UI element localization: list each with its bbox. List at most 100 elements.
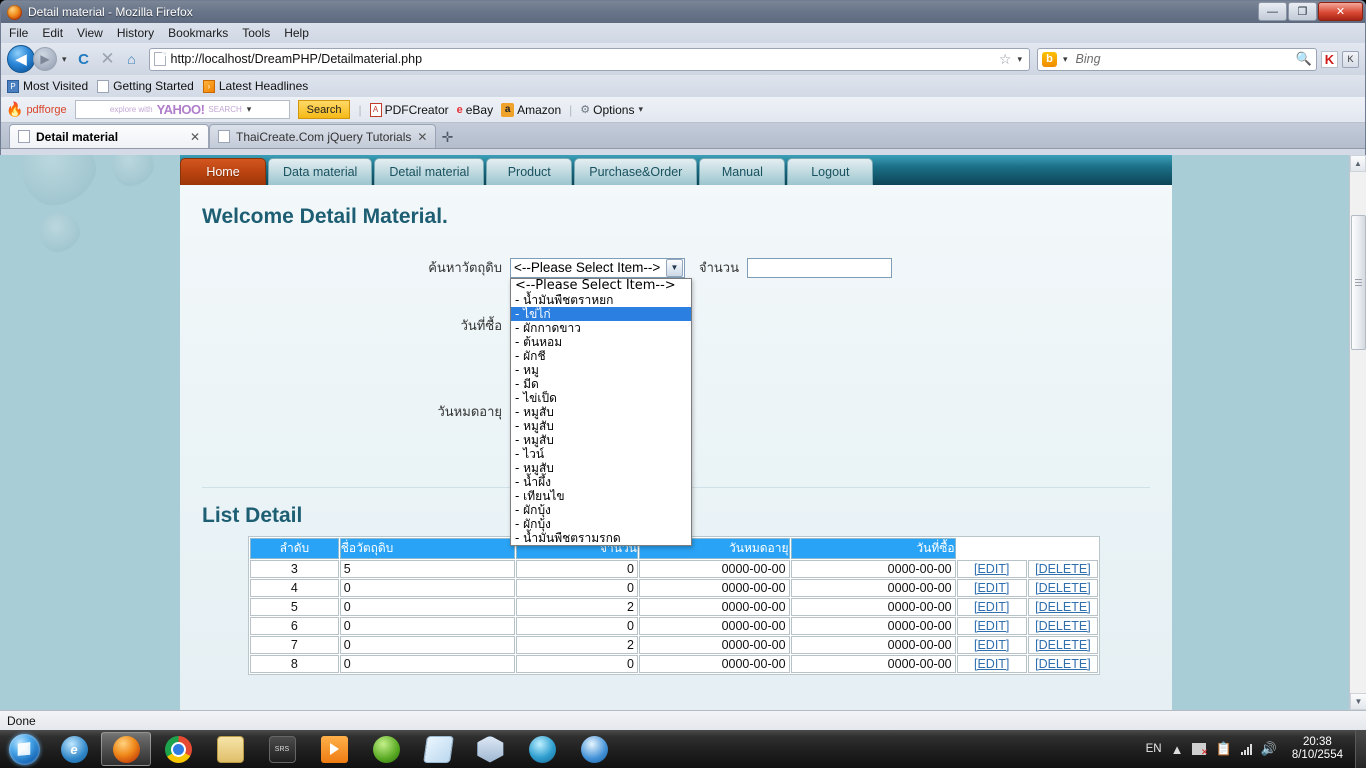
show-desktop-button[interactable]	[1355, 730, 1366, 768]
pdfforge-brand[interactable]: 🔥 pdfforge	[6, 101, 67, 118]
signal-icon[interactable]	[1241, 743, 1252, 755]
menu-tools[interactable]: Tools	[242, 26, 270, 40]
dropdown-option[interactable]: <--Please Select Item-->	[511, 279, 691, 293]
quantity-input[interactable]	[747, 258, 892, 278]
dropdown-option[interactable]: - ผักกาดขาว	[511, 321, 691, 335]
material-select-control[interactable]: <--Please Select Item--> ▼	[510, 258, 685, 278]
close-icon[interactable]: ✕	[417, 130, 427, 144]
delete-link[interactable]: [DELETE]	[1035, 657, 1091, 671]
url-bar[interactable]: http://localhost/DreamPHP/Detailmaterial…	[149, 48, 1030, 71]
taskbar-daemon[interactable]	[361, 732, 411, 766]
forward-button[interactable]: ▶	[33, 47, 57, 71]
stop-icon[interactable]: ✕	[98, 49, 118, 69]
dropdown-option[interactable]: - ไข่เป็ด	[511, 391, 691, 405]
yahoo-search-button[interactable]: Search	[298, 100, 351, 119]
material-select[interactable]: <--Please Select Item--> ▼ <--Please Sel…	[510, 258, 685, 278]
bing-icon[interactable]: b	[1042, 52, 1057, 67]
nav-home[interactable]: Home	[180, 158, 266, 185]
bookmark-most-visited[interactable]: P Most Visited	[7, 79, 88, 93]
edit-link[interactable]: [EDIT]	[974, 619, 1009, 633]
history-dropdown-icon[interactable]: ▾	[62, 54, 67, 65]
tab-thaicreate-jquery[interactable]: ThaiCreate.Com jQuery Tutorials ✕	[209, 124, 436, 148]
taskbar-chrome[interactable]	[153, 732, 203, 766]
delete-link[interactable]: [DELETE]	[1035, 619, 1091, 633]
taskbar-explorer[interactable]	[205, 732, 255, 766]
nav-purchase-order[interactable]: Purchase&Order	[574, 158, 697, 185]
edit-link[interactable]: [EDIT]	[974, 657, 1009, 671]
kaspersky-button[interactable]: K	[1342, 51, 1359, 68]
delete-link[interactable]: [DELETE]	[1035, 581, 1091, 595]
taskbar-messenger[interactable]	[517, 732, 567, 766]
chevron-down-icon[interactable]: ▾	[638, 104, 643, 115]
dropdown-option[interactable]: - ผักบุ้ง	[511, 517, 691, 531]
pdfcreator-button[interactable]: A PDFCreator	[370, 103, 449, 117]
nav-detail-material[interactable]: Detail material	[374, 158, 484, 185]
dropdown-option[interactable]: - ไวน์	[511, 447, 691, 461]
dropdown-option[interactable]: - หมูสับ	[511, 433, 691, 447]
taskbar-internet-explorer[interactable]: e	[49, 732, 99, 766]
search-input[interactable]: Bing	[1076, 52, 1291, 66]
minimize-button[interactable]: —	[1258, 2, 1287, 21]
edit-link[interactable]: [EDIT]	[974, 581, 1009, 595]
chevron-down-icon[interactable]: ▾	[247, 104, 252, 115]
bookmark-latest-headlines[interactable]: › Latest Headlines	[203, 79, 308, 93]
dropdown-option[interactable]: - เทียนไข	[511, 489, 691, 503]
amazon-button[interactable]: a Amazon	[501, 103, 561, 117]
menu-help[interactable]: Help	[284, 26, 309, 40]
volume-icon[interactable]: 🔊	[1261, 741, 1277, 757]
dropdown-option[interactable]: - น้ำผึ้ง	[511, 475, 691, 489]
scrollbar-thumb[interactable]	[1351, 215, 1366, 350]
flag-icon[interactable]	[1192, 743, 1206, 755]
dropdown-option[interactable]: - หมูสับ	[511, 461, 691, 475]
edit-link[interactable]: [EDIT]	[974, 600, 1009, 614]
kaspersky-icon[interactable]: K	[1321, 51, 1338, 68]
search-magnifier-icon[interactable]: 🔍	[1296, 51, 1312, 67]
yahoo-search-input[interactable]: explore with YAHOO! SEARCH ▾	[75, 100, 290, 119]
menu-edit[interactable]: Edit	[42, 26, 63, 40]
reload-icon[interactable]: C	[74, 49, 94, 69]
taskbar-player[interactable]	[309, 732, 359, 766]
taskbar-srs[interactable]: SRS	[257, 732, 307, 766]
delete-link[interactable]: [DELETE]	[1035, 638, 1091, 652]
nav-logout[interactable]: Logout	[787, 158, 873, 185]
tab-detail-material[interactable]: Detail material ✕	[9, 124, 209, 148]
delete-link[interactable]: [DELETE]	[1035, 600, 1091, 614]
options-button[interactable]: ⚙ Options ▾	[580, 103, 646, 117]
taskbar-virtualbox[interactable]	[465, 732, 515, 766]
bookmark-star-icon[interactable]: ☆	[999, 51, 1012, 68]
dropdown-option[interactable]: - ผักบุ้ง	[511, 503, 691, 517]
url-dropdown-icon[interactable]: ▾	[1017, 54, 1022, 65]
search-engine-dropdown-icon[interactable]: ▾	[1063, 54, 1068, 65]
clock[interactable]: 20:38 8/10/2554	[1286, 736, 1349, 762]
show-hidden-icons-icon[interactable]: ▲	[1171, 742, 1184, 757]
material-select-dropdown[interactable]: <--Please Select Item-->- น้ำมันพืชตราหย…	[510, 278, 692, 546]
dropdown-option[interactable]: - น้ำมันพืชตรามรกด	[511, 531, 691, 545]
edit-link[interactable]: [EDIT]	[974, 638, 1009, 652]
nav-manual[interactable]: Manual	[699, 158, 785, 185]
dropdown-option[interactable]: - ไข่ไก่	[511, 307, 691, 321]
ebay-button[interactable]: e eBay	[457, 103, 493, 117]
url-text[interactable]: http://localhost/DreamPHP/Detailmaterial…	[171, 52, 994, 66]
maximize-button[interactable]: ❐	[1288, 2, 1317, 21]
edit-link[interactable]: [EDIT]	[974, 562, 1009, 576]
home-icon[interactable]: ⌂	[122, 49, 142, 69]
menu-history[interactable]: History	[117, 26, 154, 40]
dropdown-option[interactable]: - ต้นหอม	[511, 335, 691, 349]
vertical-scrollbar[interactable]: ▲ ▼	[1349, 155, 1366, 710]
taskbar-media-center[interactable]	[569, 732, 619, 766]
dropdown-option[interactable]: - หมู	[511, 363, 691, 377]
action-center-icon[interactable]: 📋	[1215, 741, 1231, 757]
bookmark-getting-started[interactable]: Getting Started	[97, 79, 194, 93]
delete-link[interactable]: [DELETE]	[1035, 562, 1091, 576]
back-button[interactable]: ◀	[7, 45, 35, 73]
taskbar-notepad[interactable]	[413, 732, 463, 766]
close-icon[interactable]: ✕	[190, 130, 200, 144]
dropdown-option[interactable]: - หมูสับ	[511, 419, 691, 433]
close-button[interactable]: ✕	[1318, 2, 1363, 21]
menu-bookmarks[interactable]: Bookmarks	[168, 26, 228, 40]
start-button[interactable]	[0, 730, 48, 768]
language-indicator[interactable]: EN	[1146, 743, 1162, 755]
scroll-down-button[interactable]: ▼	[1350, 693, 1366, 710]
nav-data-material[interactable]: Data material	[268, 158, 372, 185]
menu-view[interactable]: View	[77, 26, 103, 40]
